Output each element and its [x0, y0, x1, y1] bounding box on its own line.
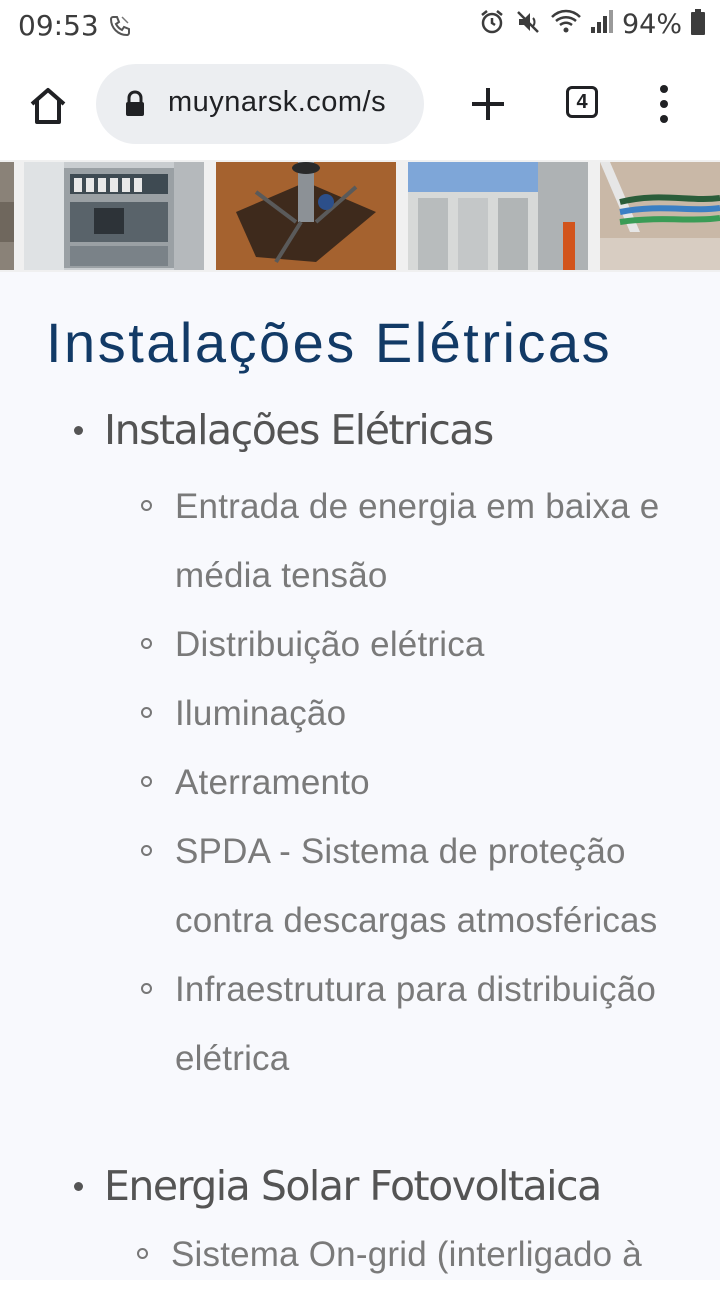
list-item: Sistema On-grid (interligado à [136, 1220, 696, 1289]
sub-list: Entrada de energia em baixa e média tens… [140, 472, 700, 1093]
bullet-disc [74, 1181, 83, 1191]
wifi-icon [550, 8, 582, 41]
alarm-icon [478, 8, 506, 41]
battery-percentage: 94% [621, 9, 682, 40]
tab-switcher-button[interactable]: 4 [566, 86, 598, 118]
section-heading: Energia Solar Fotovoltaica [74, 1162, 602, 1210]
list-item: Iluminação [140, 679, 700, 748]
home-icon [24, 88, 72, 134]
gallery-photo [0, 162, 14, 270]
status-bar: 09:53 94% [0, 0, 720, 52]
lock-icon [124, 90, 146, 123]
bullet-circle [141, 845, 152, 856]
url-text: muynarsk.com/s [168, 86, 387, 118]
bullet-circle [137, 1248, 148, 1259]
wifi-call-icon [108, 14, 132, 43]
gallery-photo-cables [600, 162, 720, 270]
page-content: Instalações Elétricas Instalações Elétri… [0, 272, 720, 1280]
section-title: Energia Solar Fotovoltaica [104, 1162, 602, 1210]
section-title: Instalações Elétricas [104, 406, 494, 454]
browser-toolbar: muynarsk.com/s 4 [0, 52, 720, 160]
list-item: Distribuição elétrica [140, 610, 700, 679]
bullet-circle [141, 500, 152, 511]
list-item: Infraestrutura para distribuição elétric… [140, 955, 700, 1093]
new-tab-button[interactable] [466, 82, 510, 126]
list-item: Entrada de energia em baixa e média tens… [140, 472, 700, 610]
bullet-circle [141, 776, 152, 787]
sub-list: Sistema On-grid (interligado à [136, 1220, 696, 1289]
plus-icon [466, 88, 510, 130]
signal-icon [590, 9, 614, 40]
bullet-circle [141, 707, 152, 718]
list-item: Aterramento [140, 748, 700, 817]
list-item: SPDA - Sistema de proteção contra descar… [140, 817, 700, 955]
bullet-circle [141, 983, 152, 994]
status-icons: 94% [478, 8, 706, 41]
gallery-photo-ground [216, 162, 396, 270]
address-bar[interactable]: muynarsk.com/s [96, 64, 424, 144]
status-time: 09:53 [18, 9, 99, 42]
page-title: Instalações Elétricas [46, 311, 613, 374]
section-heading: Instalações Elétricas [74, 406, 494, 454]
gallery-photo-building [408, 162, 588, 270]
mute-icon [514, 8, 542, 41]
image-gallery-strip [0, 160, 720, 272]
gallery-photo-panel [24, 162, 204, 270]
battery-icon [690, 8, 706, 41]
home-button[interactable] [24, 82, 72, 130]
bullet-circle [141, 638, 152, 649]
more-vert-icon[interactable] [652, 84, 676, 124]
bullet-disc [74, 425, 83, 435]
